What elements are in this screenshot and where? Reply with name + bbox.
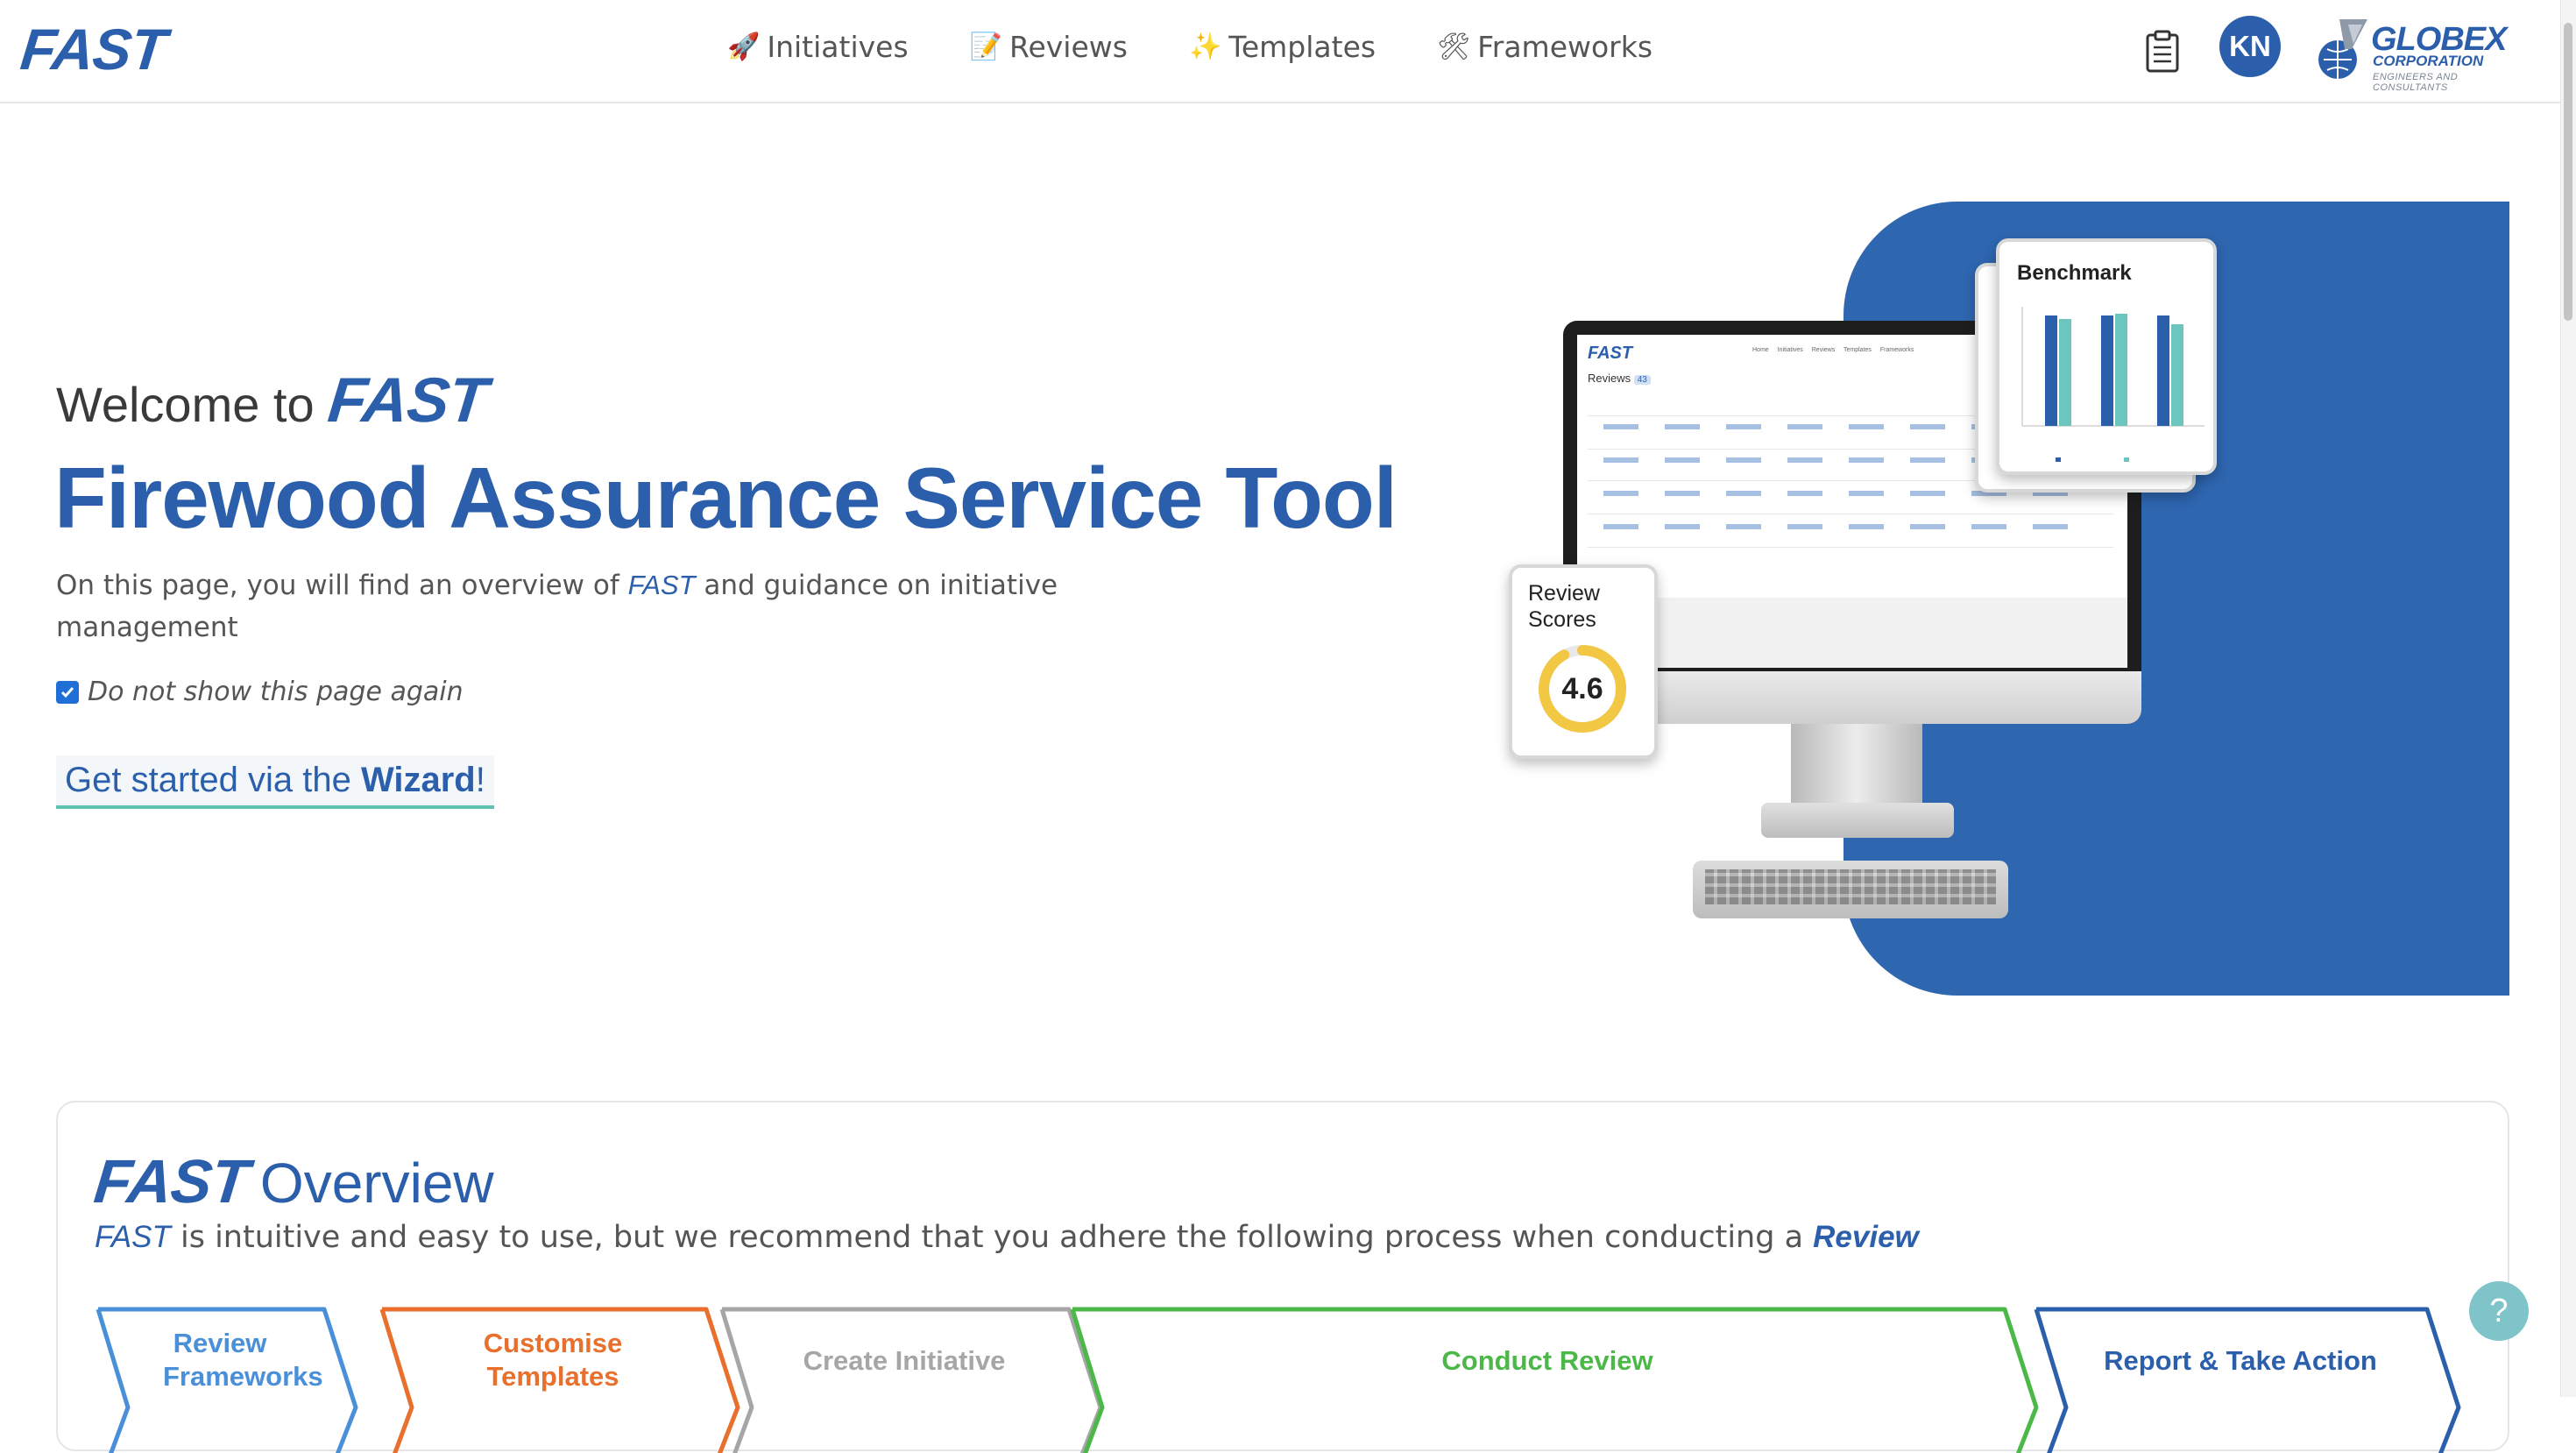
step-chevron bbox=[1070, 1307, 2039, 1453]
welcome-heading: Welcome to FAST bbox=[56, 365, 490, 436]
dont-show-again[interactable]: Do not show this page again bbox=[56, 677, 464, 707]
company-tagline: ENGINEERS AND CONSULTANTS bbox=[2373, 72, 2459, 93]
step-chevron bbox=[719, 1307, 1103, 1453]
overview-title: FAST Overview bbox=[91, 1146, 494, 1216]
step-label[interactable]: Customise Templates bbox=[412, 1327, 694, 1393]
clipboard-icon[interactable] bbox=[2145, 30, 2180, 74]
review-scores-card: Review Scores 4.6 bbox=[1509, 564, 1658, 759]
wizard-pre: Get started via the bbox=[65, 761, 361, 799]
welcome-text: Welcome to bbox=[56, 377, 315, 432]
monitor-base bbox=[1761, 803, 1954, 838]
dont-show-checkbox[interactable] bbox=[56, 680, 79, 704]
step-label[interactable]: Conduct Review bbox=[1102, 1344, 1992, 1378]
company-sub: CORPORATION bbox=[2373, 53, 2484, 69]
help-button[interactable]: ? bbox=[2469, 1281, 2529, 1341]
screen-title: Reviews 43 bbox=[1588, 372, 1651, 385]
overview-description: FAST is intuitive and easy to use, but w… bbox=[95, 1220, 1919, 1255]
keyboard-illustration bbox=[1693, 861, 2008, 918]
nav-label: Initiatives bbox=[767, 30, 909, 64]
main-nav: 🚀 Initiatives 📝 Reviews ✨ Templates 🛠 Fr… bbox=[727, 30, 1714, 64]
nav-initiatives[interactable]: 🚀 Initiatives bbox=[727, 30, 909, 64]
step-label[interactable]: Report & Take Action bbox=[2066, 1344, 2415, 1378]
nav-label: Frameworks bbox=[1477, 30, 1653, 64]
hero-description: On this page, you will find an overview … bbox=[56, 564, 1072, 649]
welcome-brand: FAST bbox=[324, 365, 490, 436]
score-value: 4.6 bbox=[1561, 671, 1603, 705]
screen-logo: FAST bbox=[1588, 344, 1633, 363]
benchmark-card: Benchmark bbox=[1996, 238, 2217, 475]
wizard-bold: Wizard bbox=[360, 761, 476, 799]
step-label[interactable]: Create Initiative bbox=[752, 1344, 1057, 1378]
rocket-icon: 🚀 bbox=[727, 32, 761, 62]
globe-icon bbox=[2318, 19, 2367, 79]
review-link[interactable]: Review bbox=[1813, 1220, 1919, 1254]
overview-brand: FAST bbox=[90, 1147, 252, 1216]
wizard-post: ! bbox=[475, 761, 485, 799]
overview-section: FAST Overview FAST is intuitive and easy… bbox=[56, 1101, 2509, 1453]
hero-desc-pre: On this page, you will find an overview … bbox=[56, 570, 628, 601]
hero-desc-brand: FAST bbox=[627, 570, 696, 600]
user-avatar[interactable]: KN bbox=[2219, 16, 2281, 77]
wizard-button[interactable]: Get started via the Wizard! bbox=[56, 755, 494, 809]
screen-nav: Home Initiatives Reviews Templates Frame… bbox=[1752, 347, 1914, 353]
checkmark-icon bbox=[60, 686, 74, 698]
top-navbar: FAST 🚀 Initiatives 📝 Reviews ✨ Templates… bbox=[0, 0, 2576, 103]
app-logo[interactable]: FAST bbox=[18, 16, 169, 82]
overview-desc-mid: is intuitive and easy to use, but we rec… bbox=[170, 1220, 1814, 1255]
dont-show-label: Do not show this page again bbox=[88, 677, 464, 707]
tools-icon: 🛠 bbox=[1437, 32, 1471, 62]
company-logo: GLOBEX CORPORATION ENGINEERS AND CONSULT… bbox=[2313, 14, 2532, 93]
sparkles-icon: ✨ bbox=[1188, 32, 1222, 62]
nav-label: Reviews bbox=[1009, 30, 1128, 64]
score-ring: 4.6 bbox=[1535, 641, 1630, 736]
nav-templates[interactable]: ✨ Templates bbox=[1189, 30, 1376, 64]
page-title: Firewood Assurance Service Tool bbox=[54, 450, 1398, 546]
nav-label: Templates bbox=[1228, 30, 1376, 64]
memo-icon: 📝 bbox=[969, 32, 1002, 62]
overview-desc-brand: FAST bbox=[95, 1220, 171, 1254]
scrollbar-thumb[interactable] bbox=[2564, 23, 2572, 321]
step-label[interactable]: Review Frameworks bbox=[128, 1327, 323, 1393]
benchmark-title: Benchmark bbox=[2017, 261, 2132, 285]
nav-reviews[interactable]: 📝 Reviews bbox=[970, 30, 1128, 64]
benchmark-chart-icon bbox=[2021, 307, 2204, 462]
nav-frameworks[interactable]: 🛠 Frameworks bbox=[1437, 30, 1652, 64]
overview-heading: Overview bbox=[259, 1152, 494, 1215]
step-chevron bbox=[2034, 1307, 2461, 1453]
review-scores-title: Review Scores bbox=[1528, 581, 1600, 632]
